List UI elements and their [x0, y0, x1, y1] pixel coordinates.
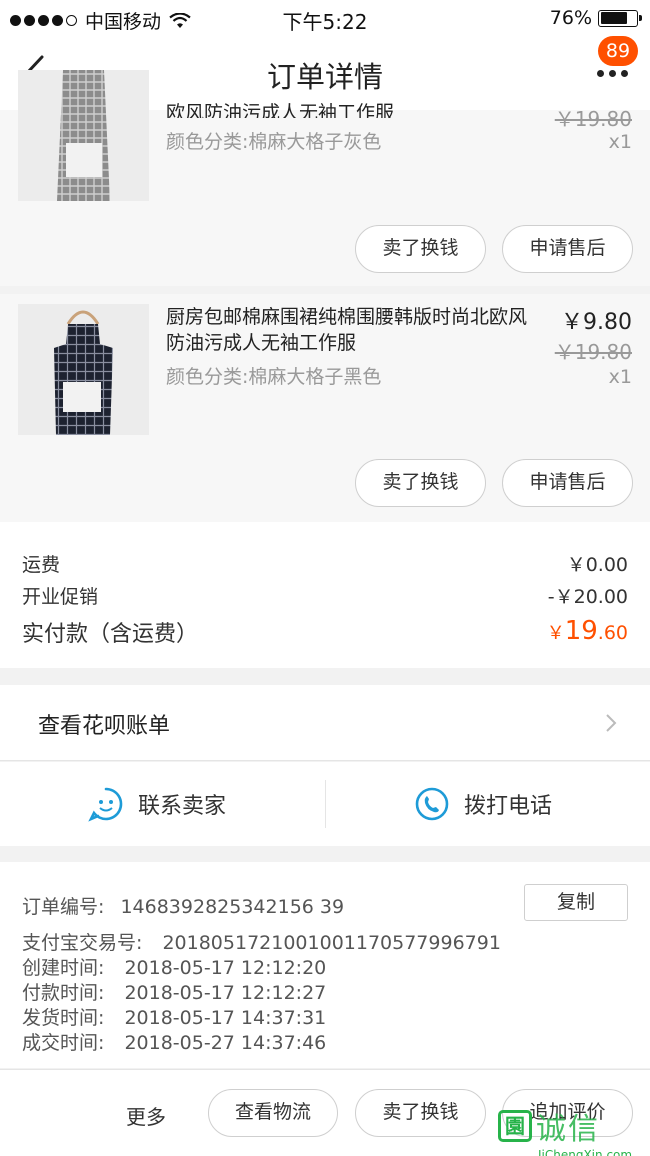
- promo-label: 开业促销: [22, 586, 99, 608]
- divider: [325, 780, 326, 828]
- product-card-2: 厨房包邮棉麻围裙纯棉围腰韩版时尚北欧风防油污成人无袖工作服 ￥9.80 ￥19.…: [0, 294, 650, 522]
- alipay-row: 支付宝交易号: 2018051721001001170577996791: [22, 928, 501, 955]
- chat-icon: [88, 787, 123, 822]
- total-value: ￥19.60: [547, 616, 628, 646]
- total-label: 实付款（含运费）: [22, 622, 199, 647]
- alipay-number: 2018051721001001170577996791: [162, 932, 501, 954]
- product-title[interactable]: 厨房包邮棉麻围裙纯棉围腰韩版时尚北欧风防油污成人无袖工作服: [166, 304, 536, 356]
- more-menu-icon[interactable]: [597, 70, 628, 77]
- watermark-text: 诚信: [536, 1112, 600, 1147]
- product-qty: x1: [608, 366, 632, 388]
- created-label: 创建时间:: [22, 957, 105, 979]
- product-qty: x1: [608, 131, 632, 153]
- product-sku: 颜色分类:棉麻大格子灰色: [166, 131, 382, 153]
- product-image[interactable]: [18, 70, 149, 201]
- watermark-url: JiChengXin.com: [538, 1148, 633, 1156]
- product-image[interactable]: [18, 304, 149, 435]
- paid-label: 付款时间:: [22, 982, 105, 1004]
- call-button[interactable]: 拨打电话: [414, 762, 552, 846]
- product-price: ￥9.80: [561, 310, 632, 335]
- product-sku: 颜色分类:棉麻大格子黑色: [166, 366, 382, 388]
- paid-time: 2018-05-17 12:12:27: [124, 982, 327, 1004]
- huabei-label: 查看花呗账单: [38, 714, 171, 739]
- cost-summary: 运费 ￥0.00 开业促销 -￥20.00 实付款（含运费） ￥19.60: [0, 522, 650, 668]
- huabei-bill-row[interactable]: 查看花呗账单: [0, 685, 650, 761]
- promo-value: -￥20.00: [547, 586, 628, 608]
- original-price: ￥19.80: [554, 107, 632, 131]
- after-sale-button[interactable]: 申请售后: [502, 459, 633, 507]
- product-card-1: 欧风防油污成人无袖工作服 ￥19.80 颜色分类:棉麻大格子灰色 x1 卖了换钱…: [0, 70, 650, 286]
- paid-row: 付款时间: 2018-05-17 12:12:27: [22, 978, 326, 1005]
- shipped-time: 2018-05-17 14:37:31: [124, 1007, 327, 1029]
- total-currency: ￥: [546, 623, 565, 644]
- call-label: 拨打电话: [464, 794, 553, 819]
- sell-button[interactable]: 卖了换钱: [355, 1089, 486, 1137]
- status-bar: 中国移动 下午5:22 76%: [0, 0, 650, 36]
- order-number[interactable]: 1468392825342156 39: [120, 896, 344, 918]
- total-decimal: .60: [597, 622, 628, 644]
- original-price: ￥19.80: [554, 340, 632, 364]
- watermark-icon: 園: [498, 1110, 532, 1142]
- promo-row: 开业促销 -￥20.00: [22, 582, 628, 609]
- sell-button[interactable]: 卖了换钱: [355, 459, 486, 507]
- total-row: 实付款（含运费） ￥19.60: [22, 616, 628, 648]
- alipay-label: 支付宝交易号:: [22, 932, 143, 954]
- more-button[interactable]: 更多: [126, 1101, 166, 1130]
- battery-icon: [598, 9, 642, 27]
- shipping-label: 运费: [22, 554, 61, 576]
- shipping-value: ￥0.00: [566, 554, 628, 576]
- battery-percent: 76%: [549, 7, 592, 29]
- order-number-row: 订单编号: 1468392825342156 39: [22, 892, 344, 919]
- shipping-row: 运费 ￥0.00: [22, 550, 628, 577]
- contact-seller-label: 联系卖家: [138, 794, 227, 819]
- shipped-label: 发货时间:: [22, 1007, 105, 1029]
- sell-button[interactable]: 卖了换钱: [355, 225, 486, 273]
- created-row: 创建时间: 2018-05-17 12:12:20: [22, 953, 326, 980]
- chevron-right-icon: [606, 714, 617, 732]
- contact-seller-button[interactable]: 联系卖家: [88, 762, 226, 846]
- done-row: 成交时间: 2018-05-27 14:37:46: [22, 1028, 326, 1055]
- shipped-row: 发货时间: 2018-05-17 14:37:31: [22, 1003, 326, 1030]
- watermark-logo: 園 诚信 JiChengXin.com: [498, 1104, 646, 1156]
- battery-group: 76%: [549, 7, 642, 29]
- logistics-button[interactable]: 查看物流: [208, 1089, 338, 1137]
- after-sale-button[interactable]: 申请售后: [502, 225, 633, 273]
- created-time: 2018-05-17 12:12:20: [124, 957, 327, 979]
- done-label: 成交时间:: [22, 1032, 105, 1054]
- copy-button[interactable]: 复制: [524, 884, 628, 921]
- phone-icon: [415, 787, 449, 821]
- total-integer: 19: [564, 616, 598, 646]
- product-title[interactable]: 欧风防油污成人无袖工作服: [166, 100, 536, 118]
- order-number-label: 订单编号:: [22, 896, 105, 918]
- message-badge: 89: [598, 36, 638, 66]
- done-time: 2018-05-27 14:37:46: [124, 1032, 327, 1054]
- contact-bar: 联系卖家 拨打电话: [0, 762, 650, 846]
- order-info: 订单编号: 1468392825342156 39 复制 支付宝交易号: 201…: [0, 862, 650, 1068]
